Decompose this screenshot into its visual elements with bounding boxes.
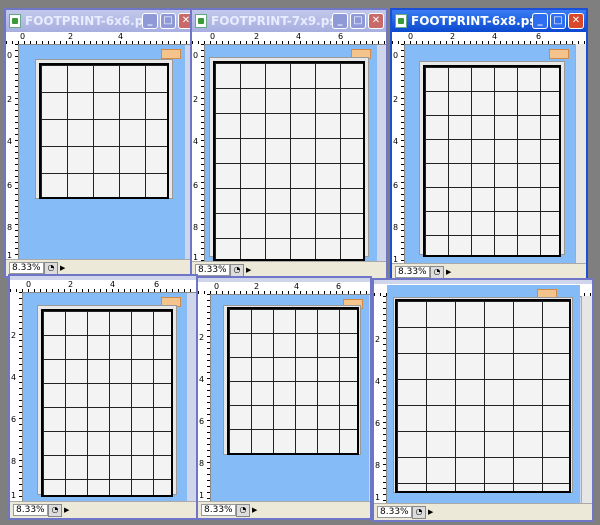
- photoshop-doc-icon: [9, 14, 21, 28]
- photoshop-doc-icon: [395, 14, 407, 28]
- grid-page: [213, 61, 365, 261]
- document-canvas[interactable]: [19, 45, 185, 263]
- zoom-level[interactable]: 8.33%: [9, 262, 44, 274]
- status-arrow-icon[interactable]: ▶: [246, 266, 251, 274]
- zoom-level[interactable]: 8.33%: [13, 504, 48, 516]
- vertical-ruler: 2 4 6 8 1: [374, 296, 387, 506]
- document-canvas[interactable]: [405, 45, 575, 267]
- vertical-ruler: 2 4 6 8 1: [10, 292, 23, 504]
- maximize-button[interactable]: □: [350, 13, 366, 29]
- document-canvas[interactable]: [387, 285, 580, 506]
- horizontal-ruler: 0 2 4 6: [10, 280, 196, 293]
- zoom-level[interactable]: 8.33%: [395, 266, 430, 278]
- window-title: FOOTPRINT-7x9.psd...: [211, 14, 337, 28]
- status-menu-icon[interactable]: ◔: [236, 504, 250, 517]
- minimize-button[interactable]: _: [142, 13, 158, 29]
- horizontal-ruler: 0 2 4 6: [192, 32, 386, 45]
- document-window-6[interactable]: 0 2 4 6 2 4 6 8 1 8.33% ◔ ▶: [372, 278, 594, 522]
- vertical-ruler: 0 2 4 6 8 1: [192, 44, 205, 264]
- document-window-7x9[interactable]: FOOTPRINT-7x9.psd... _ □ ✕ 0 2 4 6 0 2 4…: [190, 8, 388, 280]
- vertical-ruler: 2 4 6 8 1: [198, 294, 211, 504]
- vertical-scrollbar[interactable]: [581, 296, 592, 506]
- minimize-button[interactable]: _: [532, 13, 548, 29]
- document-window-6x8[interactable]: FOOTPRINT-6x8.ps... _ □ ✕ 0 2 4 6 0 2 4 …: [390, 8, 588, 282]
- zoom-level[interactable]: 8.33%: [195, 264, 230, 276]
- status-arrow-icon[interactable]: ▶: [446, 268, 451, 276]
- window-titlebar[interactable]: FOOTPRINT-6x8.ps... _ □ ✕: [392, 10, 586, 32]
- status-arrow-icon[interactable]: ▶: [428, 508, 433, 516]
- stamp-label: [549, 49, 569, 59]
- status-arrow-icon[interactable]: ▶: [64, 506, 69, 514]
- document-canvas[interactable]: [23, 293, 187, 504]
- window-title: FOOTPRINT-6x8.ps...: [411, 14, 537, 28]
- grid-page: [39, 63, 169, 199]
- grid-page: [227, 307, 359, 455]
- horizontal-ruler: 0 2 4 6: [198, 282, 370, 295]
- grid-page: [423, 65, 561, 257]
- close-button[interactable]: ✕: [568, 13, 584, 29]
- maximize-button[interactable]: □: [160, 13, 176, 29]
- document-window-5[interactable]: 0 2 4 6 2 4 6 8 1 8.33% ◔ ▶: [196, 276, 372, 520]
- status-bar: 8.33% ◔ ▶: [10, 501, 196, 518]
- status-bar: 8.33% ◔ ▶: [374, 503, 592, 520]
- document-window-4[interactable]: 0 2 4 6 2 4 6 8 1 8.33% ◔ ▶: [8, 274, 198, 520]
- document-canvas[interactable]: [211, 295, 369, 504]
- window-title: FOOTPRINT-6x6.psd...: [25, 14, 143, 28]
- status-menu-icon[interactable]: ◔: [48, 504, 62, 517]
- zoom-level[interactable]: 8.33%: [377, 506, 412, 518]
- horizontal-ruler: 0 2 4 6: [392, 32, 586, 45]
- vertical-ruler: 0 2 4 6 8 1: [6, 44, 19, 262]
- close-button[interactable]: ✕: [368, 13, 384, 29]
- minimize-button[interactable]: _: [332, 13, 348, 29]
- photoshop-doc-icon: [195, 14, 207, 28]
- document-window-6x6[interactable]: FOOTPRINT-6x6.psd... _ □ ✕ 0 2 4 0 2 4 6…: [4, 8, 196, 278]
- window-titlebar[interactable]: FOOTPRINT-7x9.psd... _ □ ✕: [192, 10, 386, 32]
- maximize-button[interactable]: □: [550, 13, 566, 29]
- grid-page: [395, 299, 571, 493]
- vertical-ruler: 0 2 4 6 8 1: [392, 44, 405, 266]
- vertical-scrollbar[interactable]: [575, 44, 586, 266]
- status-bar: 8.33% ◔ ▶: [198, 501, 370, 518]
- status-arrow-icon[interactable]: ▶: [60, 264, 65, 272]
- horizontal-ruler: 0 2 4: [6, 32, 194, 45]
- status-arrow-icon[interactable]: ▶: [252, 506, 257, 514]
- stamp-label: [161, 49, 181, 59]
- zoom-level[interactable]: 8.33%: [201, 504, 236, 516]
- document-canvas[interactable]: [205, 45, 377, 265]
- grid-page: [41, 309, 173, 497]
- window-titlebar[interactable]: FOOTPRINT-6x6.psd... _ □ ✕: [6, 10, 194, 32]
- status-menu-icon[interactable]: ◔: [412, 506, 426, 519]
